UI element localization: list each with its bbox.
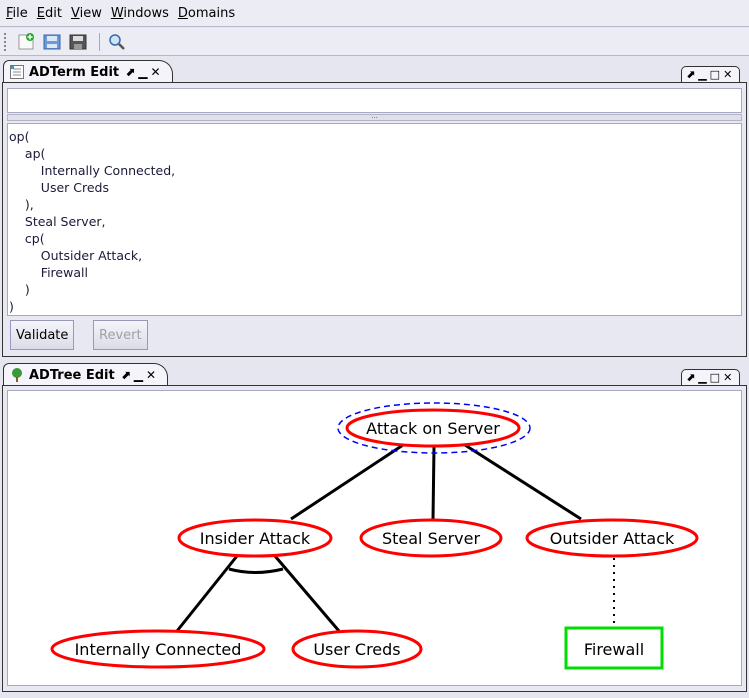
edge-root-insider (290, 443, 404, 521)
adterm-line-text: Steal Server, (24, 214, 106, 229)
adterm-line-text: Internally Connected, (40, 163, 176, 178)
tab-adterm-edit[interactable]: ADTerm Edit ⬈▁✕ (3, 60, 173, 83)
revert-button[interactable]: Revert (93, 320, 148, 350)
adterm-line: op( (9, 128, 741, 145)
new-file-button[interactable] (15, 31, 37, 53)
node-insider-attack[interactable]: Insider Attack (177, 518, 333, 558)
tab-adterm-label: ADTerm Edit (29, 64, 120, 80)
menu-view[interactable]: View (71, 6, 102, 21)
conjunction-arc (228, 567, 284, 574)
save-all-button[interactable] (41, 31, 63, 53)
tree-icon (12, 368, 22, 382)
adterm-tab-controls[interactable]: ⬈▁✕ (125, 65, 163, 79)
adtree-window-controls[interactable]: ⬈▁□✕ (681, 369, 741, 385)
validate-button[interactable]: Validate (10, 320, 75, 350)
node-label: Insider Attack (200, 529, 311, 548)
adterm-line: ), (9, 196, 741, 213)
search-icon (109, 33, 125, 50)
menu-domains[interactable]: Domains (178, 6, 235, 21)
adterm-input[interactable] (7, 88, 742, 113)
adterm-line: Steal Server, (9, 213, 741, 230)
search-button[interactable] (106, 31, 128, 53)
adterm-line: cp( (9, 230, 741, 247)
node-firewall[interactable]: Firewall (564, 626, 664, 670)
adterm-line: ) (9, 281, 741, 298)
node-steal-server[interactable]: Steal Server (359, 518, 503, 558)
node-label: Attack on Server (366, 419, 500, 438)
node-label: Internally Connected (75, 640, 242, 659)
adterm-line-text: ), (24, 197, 34, 212)
node-user-creds[interactable]: User Creds (291, 629, 423, 669)
tab-adtree-label: ADTree Edit (29, 367, 115, 383)
toolbar-separator (99, 32, 100, 51)
edge-root-outsider (464, 443, 582, 521)
adterm-line-text: ) (24, 282, 30, 297)
save-all-icon (43, 34, 61, 49)
adterm-window-controls[interactable]: ⬈▁□✕ (681, 66, 741, 82)
node-internally-connected[interactable]: Internally Connected (50, 629, 266, 669)
adterm-line: User Creds (9, 179, 741, 196)
adterm-icon (10, 65, 24, 79)
node-label: Outsider Attack (550, 529, 675, 548)
adterm-line-text: cp( (24, 231, 45, 246)
node-label: Steal Server (382, 529, 481, 548)
node-attack-on-server[interactable]: Attack on Server (345, 408, 521, 448)
adterm-line-text: ap( (24, 146, 46, 161)
adterm-line: Outsider Attack, (9, 247, 741, 264)
adterm-text-editor[interactable]: op( ap( Internally Connected, User Creds… (7, 123, 742, 316)
menu-edit[interactable]: Edit (37, 6, 62, 21)
adterm-line: ) (9, 298, 741, 315)
adterm-line-text: User Creds (40, 180, 109, 195)
new-file-icon (18, 32, 34, 49)
adterm-line: Internally Connected, (9, 162, 741, 179)
edge-insider-creds (273, 555, 341, 632)
adterm-line-text: op( (9, 129, 30, 144)
node-label: User Creds (313, 640, 400, 659)
save-icon (69, 34, 87, 49)
menu-bar: File Edit View Windows Domains (0, 0, 749, 27)
edge-root-steal (431, 445, 436, 521)
adterm-line: ap( (9, 145, 741, 162)
adtree-tab-controls[interactable]: ⬈▁✕ (121, 368, 159, 382)
toolbar (0, 28, 749, 56)
tab-adtree-edit[interactable]: ADTree Edit ⬈▁✕ (3, 363, 169, 386)
node-label: Firewall (584, 640, 644, 659)
menu-file[interactable]: File (6, 6, 28, 21)
adterm-line-text: ) (9, 299, 14, 314)
splitter-handle[interactable]: ... (7, 113, 742, 121)
adterm-line: Firewall (9, 264, 741, 281)
menu-windows[interactable]: Windows (111, 6, 169, 21)
node-outsider-attack[interactable]: Outsider Attack (525, 518, 699, 558)
toolbar-grip[interactable] (4, 32, 7, 51)
edge-insider-internally (175, 555, 239, 632)
adtree-canvas[interactable]: Attack on Server Insider Attack Steal Se… (7, 390, 742, 686)
adterm-line-text: Firewall (40, 265, 88, 280)
save-button[interactable] (67, 31, 89, 53)
adterm-line-text: Outsider Attack, (40, 248, 143, 263)
